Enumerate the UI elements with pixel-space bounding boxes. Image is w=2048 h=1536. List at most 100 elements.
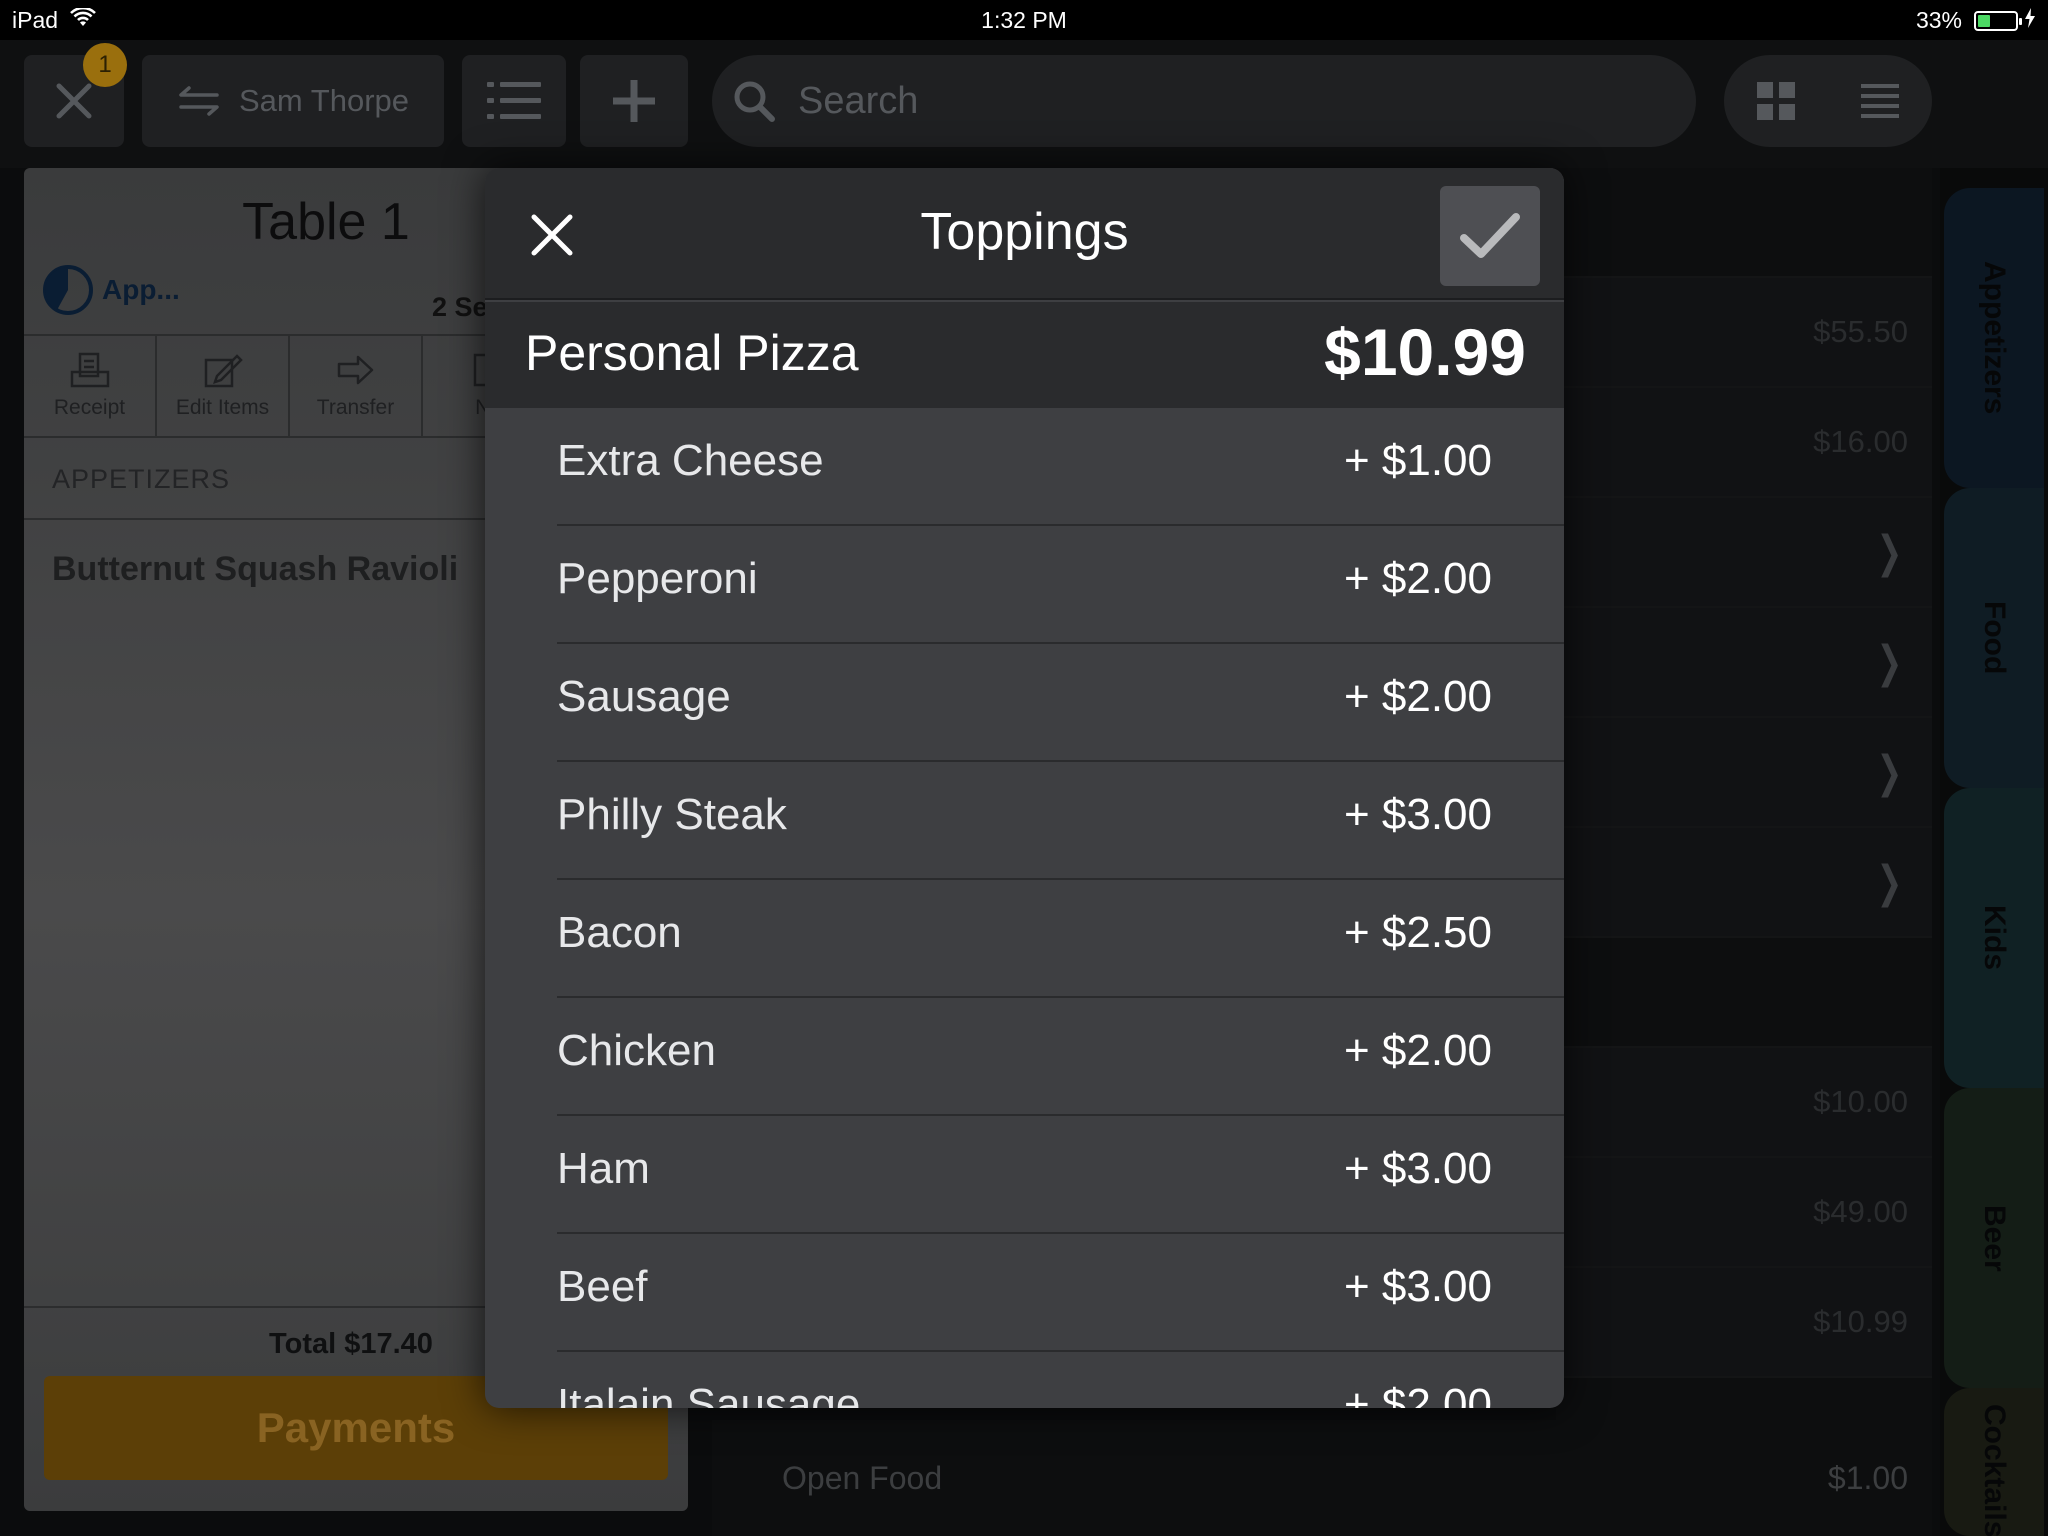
tab-label: Food (1978, 601, 2011, 675)
topping-row[interactable]: Pepperoni + $2.00 (557, 526, 1564, 644)
topping-price: + $2.00 (1343, 1026, 1492, 1075)
tab-label: Kids (1978, 905, 2011, 971)
menu-row[interactable]: ❯ (1556, 498, 1932, 608)
chevron-right-icon: ❯ (1876, 637, 1903, 687)
topping-name: Italain Sausage (557, 1380, 861, 1408)
seats-label: 2 Se (432, 292, 488, 322)
tab-kids[interactable]: Kids (1944, 788, 2044, 1088)
menu-row (1556, 168, 1932, 278)
menu-row-price: $55.50 (1813, 314, 1908, 349)
menu-row-price: $10.99 (1813, 1304, 1908, 1339)
grid-view-icon[interactable] (1757, 82, 1795, 120)
top-toolbar: 1 Sam Thorpe Search (0, 40, 2048, 168)
topping-row[interactable]: Chicken + $2.00 (557, 998, 1564, 1116)
menu-row (1556, 938, 1932, 1048)
battery-percent: 33% (1915, 7, 1962, 33)
product-price: $10.99 (1324, 315, 1526, 389)
tab-label: Cocktails/S (1978, 1404, 2011, 1536)
edit-items-button[interactable]: Edit Items (157, 336, 290, 436)
topping-row[interactable]: Sausage + $2.00 (557, 644, 1564, 762)
section-header: APPETIZERS (52, 464, 231, 494)
topping-name: Philly Steak (557, 790, 787, 839)
swap-arrows-icon (179, 86, 219, 116)
charging-icon (2024, 7, 2036, 34)
toppings-modal: Toppings Personal Pizza $10.99 Extra Che… (485, 168, 1564, 1408)
course-progress-icon (43, 265, 93, 315)
open-food-row[interactable]: Open Food $1.00 (712, 1420, 1932, 1536)
open-food-price: $1.00 (1827, 1459, 1908, 1496)
edit-items-label: Edit Items (175, 396, 270, 419)
topping-name: Chicken (557, 1026, 716, 1075)
topping-price: + $3.00 (1343, 1144, 1492, 1193)
tab-beer[interactable]: Beer (1944, 1088, 2044, 1388)
menu-row[interactable]: $10.99 (1556, 1268, 1932, 1378)
topping-name: Beef (557, 1262, 648, 1311)
topping-row[interactable]: Ham + $3.00 (557, 1116, 1564, 1234)
confirm-button[interactable] (1440, 186, 1540, 286)
topping-price: + $3.00 (1343, 1262, 1492, 1311)
search-icon (734, 81, 775, 122)
tab-food[interactable]: Food (1944, 488, 2044, 788)
chevron-right-icon: ❯ (1876, 857, 1903, 907)
topping-price: + $1.00 (1343, 436, 1492, 485)
topping-name: Extra Cheese (557, 436, 824, 485)
topping-name: Ham (557, 1144, 650, 1193)
search-placeholder: Search (798, 79, 919, 122)
order-list-button[interactable] (462, 55, 566, 147)
tab-appetizers[interactable]: Appetizers (1944, 188, 2044, 488)
menu-row[interactable]: ❯ (1556, 828, 1932, 938)
product-summary: Personal Pizza $10.99 (485, 302, 1564, 408)
topping-price: + $3.00 (1343, 790, 1492, 839)
battery-icon (1974, 10, 2022, 31)
topping-row[interactable]: Beef + $3.00 (557, 1234, 1564, 1352)
topping-row[interactable]: Bacon + $2.50 (557, 880, 1564, 998)
topping-name: Pepperoni (557, 554, 758, 603)
topping-row[interactable]: Extra Cheese + $1.00 (557, 408, 1564, 526)
switch-user-button[interactable]: Sam Thorpe (142, 55, 444, 147)
product-name: Personal Pizza (525, 325, 859, 381)
menu-row-price: $49.00 (1813, 1194, 1908, 1229)
topping-price: + $2.00 (1343, 554, 1492, 603)
topping-row[interactable]: Philly Steak + $3.00 (557, 762, 1564, 880)
topping-row[interactable]: Italain Sausage + $2.00 (557, 1352, 1564, 1408)
menu-row[interactable]: $49.00 (1556, 1158, 1932, 1268)
add-order-button[interactable] (580, 55, 688, 147)
user-name: Sam Thorpe (238, 83, 409, 118)
menu-row[interactable]: $16.00 (1556, 388, 1932, 498)
menu-row[interactable]: $10.00 (1556, 1048, 1932, 1158)
edit-icon (204, 354, 243, 388)
tab-cocktails[interactable]: Cocktails/S (1944, 1388, 2044, 1536)
chevron-right-icon: ❯ (1876, 527, 1903, 577)
course-status[interactable]: App... (42, 264, 180, 316)
topping-price: + $2.00 (1343, 1380, 1492, 1408)
status-bar: iPad 1:32 PM 33% (0, 0, 2048, 40)
receipt-button[interactable]: Receipt (24, 336, 157, 436)
receipt-label: Receipt (53, 396, 126, 419)
transfer-label: Transfer (316, 396, 395, 419)
topping-price: + $2.00 (1343, 672, 1492, 721)
category-tabs: Appetizers Food Kids Beer Cocktails/S (1940, 168, 2048, 1536)
tab-label: Beer (1978, 1204, 2011, 1272)
menu-list: $55.50 $16.00 ❯ ❯ ❯ ❯ $10.00 $49.00 $10.… (1556, 168, 1932, 1536)
view-toggle (1724, 55, 1932, 147)
modal-title: Toppings (920, 203, 1129, 261)
order-item[interactable]: Butternut Squash Ravioli (52, 550, 458, 589)
transfer-icon (337, 355, 373, 385)
modal-header: Toppings (485, 168, 1564, 300)
toppings-list: Extra Cheese + $1.00 Pepperoni + $2.00 S… (485, 408, 1564, 1408)
open-food-label: Open Food (782, 1459, 943, 1496)
checkmark-icon (1460, 213, 1520, 258)
menu-row[interactable]: ❯ (1556, 608, 1932, 718)
menu-row[interactable]: $55.50 (1556, 278, 1932, 388)
list-view-icon[interactable] (1861, 84, 1899, 118)
receipt-icon (70, 352, 109, 388)
search-field[interactable]: Search (712, 55, 1696, 147)
list-icon (487, 82, 541, 119)
menu-row-price: $10.00 (1813, 1084, 1908, 1119)
chevron-right-icon: ❯ (1876, 747, 1903, 797)
topping-name: Bacon (557, 908, 682, 957)
transfer-button[interactable]: Transfer (290, 336, 423, 436)
plus-icon (613, 80, 655, 122)
tab-label: Appetizers (1978, 261, 2011, 415)
menu-row[interactable]: ❯ (1556, 718, 1932, 828)
